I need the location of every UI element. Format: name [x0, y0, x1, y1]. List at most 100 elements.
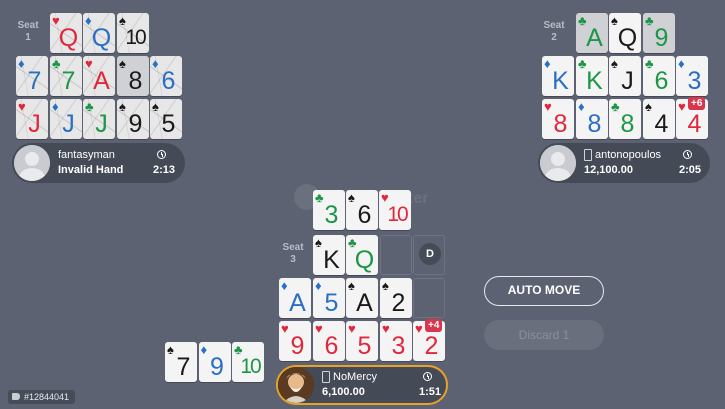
seat-2-player-stack: 12,100.00	[584, 164, 633, 176]
seat-2-label-number: 2	[551, 32, 557, 43]
card-rank: 9	[128, 110, 143, 138]
seat-1-card[interactable]: ♠ 5	[150, 99, 182, 139]
card-rank: 6	[654, 67, 669, 95]
seat-3-label-word: Seat	[282, 242, 304, 253]
card-rank: 8	[620, 110, 635, 138]
seat-1-player-panel[interactable]: fantasyman Invalid Hand 2:13	[12, 143, 185, 183]
seat-2-card[interactable]: ♥ 8	[542, 99, 574, 139]
card-rank: 5	[357, 332, 372, 360]
seat-1-card[interactable]: ♥ Q	[50, 13, 82, 53]
seat-2-card[interactable]: ♣ 9	[643, 13, 675, 53]
seat-3-card[interactable]: ♥ 6	[313, 321, 345, 361]
empty-card-slot[interactable]	[413, 235, 445, 275]
seat-2-bonus-badge: +6	[688, 97, 706, 110]
card-rank: 3	[324, 201, 339, 229]
seat-3-card[interactable]: ♥ 5	[346, 321, 378, 361]
seat-1-card[interactable]: ♠ 9	[117, 99, 149, 139]
card-rank: 4	[687, 110, 702, 138]
card-rank: 2	[424, 332, 439, 360]
seat-3-card[interactable]: ♠ A	[346, 278, 378, 318]
card-rank: 9	[290, 332, 305, 360]
seat-1-card[interactable]: ♠ 10	[117, 13, 149, 53]
empty-card-slot[interactable]	[413, 278, 445, 318]
card-rank: 9	[654, 24, 669, 52]
hand-id-label[interactable]: #12844041	[8, 390, 76, 404]
seat-1-label-word: Seat	[17, 20, 39, 31]
seat-3-card[interactable]: ♦ 5	[313, 278, 345, 318]
seat-2-timer: 2:05	[679, 164, 702, 176]
seat-2-card[interactable]: ♠ 4	[643, 99, 675, 139]
seat-2-player-panel[interactable]: antonopoulos 12,100.00 2:05	[538, 143, 710, 183]
card-rank: 6	[324, 332, 339, 360]
card-rank: Q	[91, 24, 111, 52]
seat-3-clock-icon	[423, 372, 432, 381]
seat-2-card[interactable]: ♣ A	[576, 13, 608, 53]
seat-3-card[interactable]: ♦ A	[279, 278, 311, 318]
card-rank: J	[62, 110, 75, 138]
card-rank: 3	[687, 67, 702, 95]
card-rank: 7	[27, 67, 42, 95]
card-rank: 8	[553, 110, 568, 138]
seat-1-card[interactable]: ♣ J	[83, 99, 115, 139]
side-hand-card[interactable]: ♠ 7	[165, 342, 197, 382]
seat-2-card[interactable]: ♣ 6	[643, 56, 675, 96]
seat-2-card[interactable]: ♠ Q	[609, 13, 641, 53]
tag-icon	[12, 393, 20, 400]
seat-1-card[interactable]: ♣ 7	[50, 56, 82, 96]
seat-2-card[interactable]: ♦ K	[542, 56, 574, 96]
card-rank: 10	[240, 355, 261, 378]
seat-2-mobile-icon	[584, 149, 592, 161]
seat-1-card[interactable]: ♠ 8	[117, 56, 149, 96]
card-rank: 10	[387, 203, 408, 226]
seat-3-player-name: NoMercy	[333, 371, 378, 383]
seat-3-card[interactable]: ♠ 2	[380, 278, 412, 318]
dealt-card[interactable]: ♠ 6	[346, 190, 378, 230]
seat-1-timer: 2:13	[153, 164, 176, 176]
seat-1-avatar	[14, 145, 50, 181]
seat-1-card[interactable]: ♦ J	[50, 99, 82, 139]
seat-2-card[interactable]: ♣ 8	[609, 99, 641, 139]
card-rank: 6	[357, 201, 372, 229]
seat-1-card[interactable]: ♥ J	[16, 99, 48, 139]
seat-1-card[interactable]: ♦ Q	[83, 13, 115, 53]
dealt-card[interactable]: ♥ 10	[379, 190, 411, 230]
card-rank: 5	[324, 289, 339, 317]
seat-1-card[interactable]: ♦ 6	[150, 56, 182, 96]
seat-2-clock-icon	[683, 150, 692, 159]
seat-3-bonus-badge: +4	[425, 319, 443, 332]
seat-2-card[interactable]: ♦ 8	[576, 99, 608, 139]
discard-button[interactable]: Discard 1	[484, 320, 604, 350]
seat-1-card[interactable]: ♦ 7	[16, 56, 48, 96]
card-rank: 6	[161, 67, 176, 95]
seat-3-card[interactable]: ♥ 3	[380, 321, 412, 361]
card-rank: 4	[654, 110, 669, 138]
seat-3-card[interactable]: ♥ 9	[279, 321, 311, 361]
seat-1-card[interactable]: ♥ A	[83, 56, 115, 96]
seat-3-label-number: 3	[290, 254, 296, 265]
seat-2-card[interactable]: ♦ 3	[676, 56, 708, 96]
seat-3-player-panel[interactable]: NoMercy 6,100.00 1:51	[276, 365, 448, 405]
auto-move-button[interactable]: AUTO MOVE	[484, 276, 604, 306]
side-hand-card[interactable]: ♦ 9	[198, 342, 231, 382]
empty-card-slot[interactable]	[380, 235, 412, 275]
card-rank: 8	[128, 67, 143, 95]
seat-2-card[interactable]: ♣ K	[576, 56, 608, 96]
seat-3-player-stack: 6,100.00	[322, 386, 365, 398]
dealt-card[interactable]: ♣ 3	[313, 190, 345, 230]
seat-2-card[interactable]: ♠ J	[609, 56, 641, 96]
side-hand-card[interactable]: ♣ 10	[232, 342, 264, 382]
card-rank: 2	[391, 289, 406, 317]
seat-3-card[interactable]: ♣ Q	[346, 235, 378, 275]
seat-2-label: Seat 2	[540, 20, 568, 44]
card-rank: 10	[125, 26, 146, 49]
card-rank: A	[356, 289, 373, 317]
card-rank: 9	[210, 353, 224, 381]
card-rank: 7	[176, 353, 191, 381]
seat-3-card[interactable]: ♠ K	[313, 235, 345, 275]
card-rank: A	[93, 67, 110, 95]
card-rank: K	[586, 67, 603, 95]
card-rank: A	[289, 289, 306, 317]
seat-2-player-name: antonopoulos	[595, 149, 662, 161]
hand-id-text: #12844041	[24, 392, 70, 402]
card-rank: 5	[161, 110, 176, 138]
